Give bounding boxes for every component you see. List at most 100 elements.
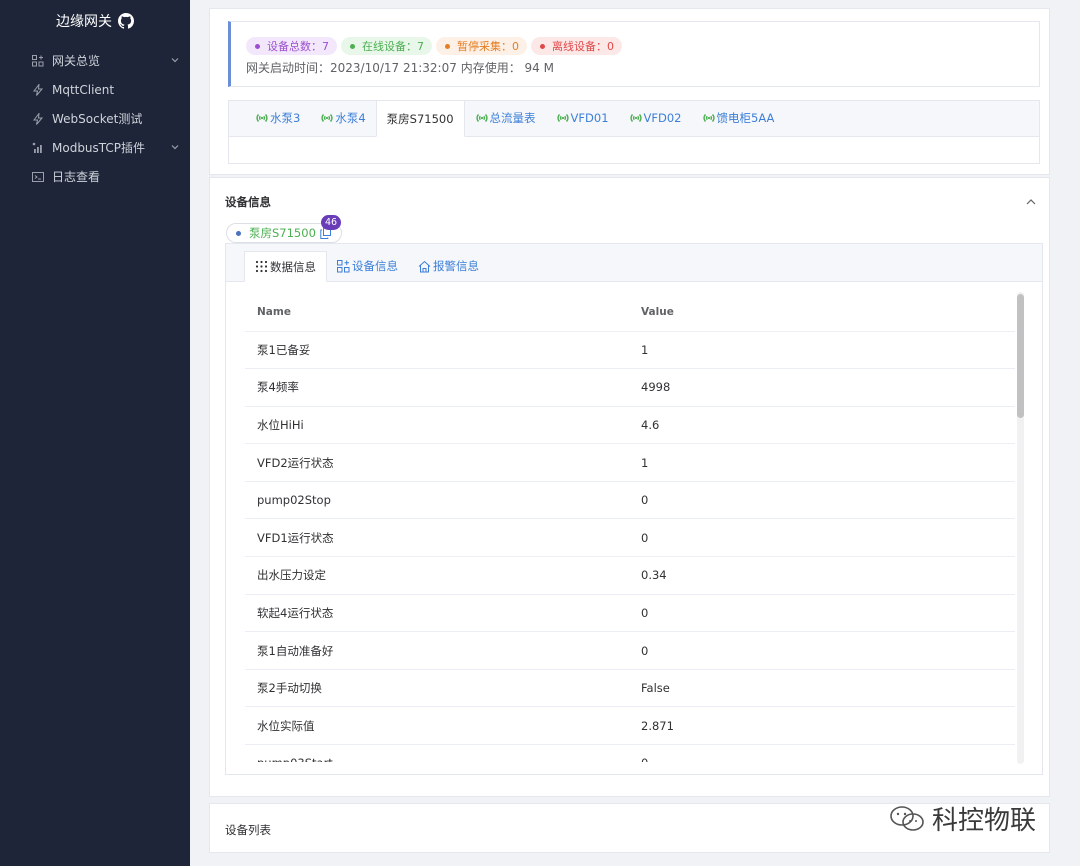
- table-row[interactable]: 水位实际值 2.871: [245, 706, 1015, 746]
- sidebar-item-label: 日志查看: [52, 170, 101, 184]
- data-table-container: Name Value 泵1已备妥 1 泵4频率 4998 水位HiHi 4.6 VFD2运行…: [245, 294, 1015, 762]
- scrollbar-thumb[interactable]: [1017, 294, 1024, 418]
- cell-name: 水位实际值: [245, 706, 629, 746]
- cell-name: pump02Stop: [245, 481, 629, 520]
- bolt-icon: [32, 112, 44, 125]
- startup-info: 网关启动时间：2023/10/17 21:32:07 内存使用： 94 M: [246, 61, 554, 75]
- signal-icon: [255, 113, 270, 123]
- device-tabs: 水泵3 水泵4 泵房S71500 总流量表 VFD01 VFD02 馈电柜5AA: [229, 100, 1039, 137]
- wechat-icon: [890, 805, 924, 831]
- sidebar-item-label: ModbusTCP插件: [52, 141, 146, 155]
- cell-name: 泵1已备妥: [245, 331, 629, 370]
- main-content: 设备总数：7 在线设备：7 暂停采集：0 离线设备：0 网关启动时间：2023/…: [190, 0, 1080, 866]
- table-row[interactable]: pump02Stop 0: [245, 481, 1015, 520]
- cell-value: 4.6: [629, 406, 1015, 445]
- device-tabs-panel: 水泵3 水泵4 泵房S71500 总流量表 VFD01 VFD02 馈电柜5AA: [228, 100, 1040, 164]
- cell-name: pump03Start: [245, 744, 629, 762]
- sidebar-item-logs[interactable]: 日志查看: [0, 162, 190, 191]
- table-row[interactable]: 水位HiHi 4.6: [245, 406, 1015, 445]
- sidebar-item-overview[interactable]: 网关总览: [0, 46, 190, 75]
- sidebar-item-modbustcp[interactable]: ModbusTCP插件: [0, 133, 190, 162]
- device-tab[interactable]: 泵房S71500: [375, 100, 465, 137]
- device-tab[interactable]: 水泵4: [310, 100, 375, 136]
- signal-icon: [556, 113, 571, 123]
- total-devices-badge: 设备总数：7: [246, 37, 337, 55]
- table-row[interactable]: 泵2手动切换 False: [245, 669, 1015, 708]
- grid-plus-icon: [337, 259, 350, 272]
- overview-card: 设备总数：7 在线设备：7 暂停采集：0 离线设备：0 网关启动时间：2023/…: [209, 8, 1050, 175]
- tab-device-info[interactable]: 设备信息: [327, 251, 408, 281]
- cell-value: 2.871: [629, 706, 1015, 746]
- tab-alarm-info[interactable]: 报警信息: [408, 251, 489, 281]
- data-panel: 数据信息 设备信息 报警信息 Name Value 泵1已备妥 1 泵4频率 4…: [225, 243, 1043, 775]
- cell-name: 出水压力设定: [245, 556, 629, 595]
- github-icon[interactable]: [118, 13, 134, 29]
- device-list-title: 设备列表: [225, 823, 271, 837]
- sidebar-item-websocket[interactable]: WebSocket测试: [0, 104, 190, 133]
- device-tab[interactable]: 馈电柜5AA: [692, 100, 785, 136]
- chevron-down-icon: [171, 145, 179, 150]
- cell-value: 1: [629, 331, 1015, 370]
- table-row[interactable]: 软起4运行状态 0: [245, 594, 1015, 633]
- watermark-text: 科控物联: [932, 806, 1037, 836]
- signal-icon: [320, 113, 335, 123]
- stats-panel: 设备总数：7 在线设备：7 暂停采集：0 离线设备：0 网关启动时间：2023/…: [228, 21, 1040, 87]
- stats-badges: 设备总数：7 在线设备：7 暂停采集：0 离线设备：0: [246, 37, 622, 55]
- table-row[interactable]: VFD1运行状态 0: [245, 518, 1015, 558]
- cell-name: 软起4运行状态: [245, 594, 629, 633]
- chevron-up-icon[interactable]: [1025, 196, 1037, 208]
- table-row[interactable]: 泵1自动准备好 0: [245, 631, 1015, 670]
- offline-devices-badge: 离线设备：0: [531, 37, 622, 55]
- terminal-icon: [32, 171, 44, 183]
- table-header-row: Name Value: [245, 294, 1015, 332]
- cell-name: 泵2手动切换: [245, 669, 629, 708]
- sidebar-item-label: 网关总览: [52, 54, 101, 68]
- sidebar-item-mqttclient[interactable]: MqttClient: [0, 75, 190, 104]
- home-icon: [418, 260, 431, 272]
- cell-value: 0: [629, 594, 1015, 633]
- table-row[interactable]: 出水压力设定 0.34: [245, 556, 1015, 595]
- bolt-icon: [32, 83, 44, 96]
- cell-value: 0.34: [629, 556, 1015, 595]
- table-row[interactable]: 泵1已备妥 1: [245, 331, 1015, 370]
- table-row[interactable]: 泵4频率 4998: [245, 368, 1015, 407]
- cell-name: 泵4频率: [245, 368, 629, 407]
- cell-name: VFD1运行状态: [245, 518, 629, 558]
- device-tab[interactable]: 总流量表: [465, 100, 546, 136]
- table-row[interactable]: pump03Start0: [245, 744, 1015, 762]
- device-tab[interactable]: VFD02: [619, 100, 692, 136]
- data-table: Name Value 泵1已备妥 1 泵4频率 4998 水位HiHi 4.6 VFD2运行…: [245, 294, 1015, 762]
- dots-grid-icon: [255, 260, 268, 273]
- table-scrollbar[interactable]: [1017, 292, 1024, 764]
- watermark: 科控物联: [888, 800, 1036, 837]
- cell-value: 0: [629, 481, 1015, 520]
- cell-value: 4998: [629, 368, 1015, 407]
- device-tab[interactable]: VFD01: [546, 100, 619, 136]
- cell-name: 泵1自动准备好: [245, 631, 629, 670]
- sidebar-nav: 网关总览 MqttClient WebSocket测试 ModbusTCP插件 …: [0, 46, 190, 191]
- sidebar: 边缘网关 网关总览 MqttClient WebSocket测试 ModbusT…: [0, 0, 190, 866]
- plugin-icon: [32, 142, 44, 154]
- table-row[interactable]: VFD2运行状态 1: [245, 443, 1015, 482]
- brand-title: 边缘网关: [56, 14, 112, 30]
- status-dot: [236, 230, 241, 236]
- signal-icon: [702, 113, 717, 123]
- point-count-badge: 46: [321, 215, 341, 230]
- info-tabs: 数据信息 设备信息 报警信息: [226, 244, 1042, 282]
- column-header-name: Name: [245, 294, 629, 332]
- signal-icon: [629, 113, 644, 123]
- device-info-card: 设备信息 泵房S71500 46 数据信息 设备信息 报警信息 Name Val…: [209, 177, 1050, 797]
- grid-plus-icon: [32, 54, 44, 67]
- cell-value: False: [629, 669, 1015, 708]
- device-name: 泵房S71500: [249, 226, 316, 240]
- brand[interactable]: 边缘网关: [0, 0, 190, 42]
- cell-name: VFD2运行状态: [245, 443, 629, 482]
- signal-icon: [475, 113, 490, 123]
- cell-value: 0: [629, 744, 1015, 762]
- tab-data-info[interactable]: 数据信息: [244, 251, 327, 282]
- cell-value: 0: [629, 518, 1015, 558]
- paused-devices-badge: 暂停采集：0: [436, 37, 527, 55]
- device-tab[interactable]: 水泵3: [245, 100, 310, 136]
- sidebar-item-label: WebSocket测试: [52, 112, 143, 126]
- cell-name: 水位HiHi: [245, 406, 629, 445]
